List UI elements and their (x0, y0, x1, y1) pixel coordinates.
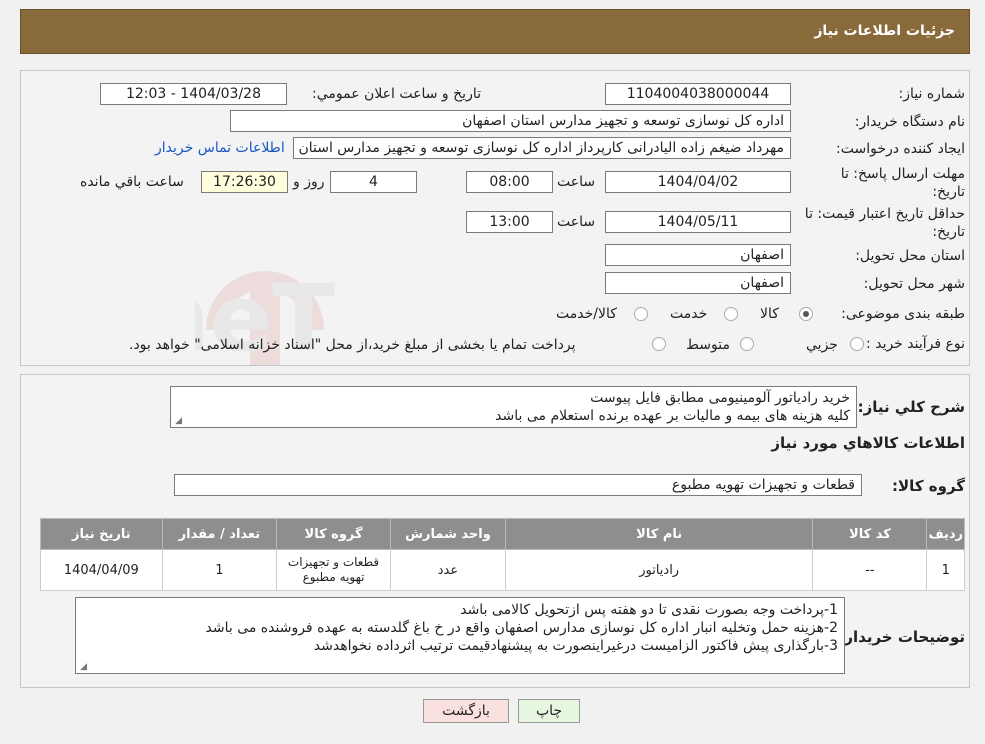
cell-name: رادیاتور (504, 549, 814, 591)
summary-textarea[interactable]: خرید رادیاتور آلومینیومی مطابق فایل پیوس… (170, 386, 857, 428)
print-button[interactable]: چاپ (518, 699, 580, 723)
cell-qty: 1 (161, 549, 278, 591)
need-number-field[interactable]: 1104004038000044 (605, 83, 791, 105)
category-radio-goods[interactable] (799, 307, 813, 321)
validity-label-2: تاریخ: (932, 224, 965, 240)
col-group: گروه کالا (276, 518, 391, 550)
table-row[interactable]: 1 -- رادیاتور عدد قطعات و تجهیزات تهویه … (40, 549, 965, 591)
cell-unit: عدد (389, 549, 506, 591)
buyer-notes-label: توضیحات خریدار: (838, 628, 965, 646)
process-option-medium: متوسط (686, 337, 730, 353)
validity-time-label: ساعت (557, 214, 596, 230)
remaining-label: ساعت باقي مانده (80, 174, 184, 190)
validity-label-1: حداقل تاریخ اعتبار قیمت: تا (804, 206, 965, 222)
process-radio-medium[interactable] (740, 337, 754, 351)
creator-field[interactable]: مهرداد ضیغم زاده الیادرانی کارپرداز ادار… (293, 137, 791, 159)
summary-label: شرح کلي نياز: (857, 398, 965, 416)
watermark-text: AriaTender.neT (195, 265, 335, 372)
deadline-time-label: ساعت (557, 174, 596, 190)
process-note: پرداخت تمام یا بخشی از مبلغ خرید،از محل … (129, 337, 576, 353)
announce-label: تاريخ و ساعت اعلان عمومي: (312, 86, 481, 102)
announce-field[interactable]: 1404/03/28 - 12:03 (100, 83, 287, 105)
validity-date-field[interactable]: 1404/05/11 (605, 211, 791, 233)
days-label: روز و (293, 174, 325, 190)
city-field[interactable]: اصفهان (605, 272, 791, 294)
cell-row: 1 (926, 549, 965, 591)
goods-group-field[interactable]: قطعات و تجهیزات تهویه مطبوع (174, 474, 862, 496)
province-field[interactable]: اصفهان (605, 244, 791, 266)
goods-table-header: ردیف کد کالا نام کالا واحد شمارش گروه کا… (40, 518, 965, 550)
buyer-org-label: نام دستگاه خریدار: (854, 114, 965, 130)
need-number-label: شماره نیاز: (898, 86, 966, 102)
deadline-time-field[interactable]: 08:00 (466, 171, 553, 193)
category-option-goods: کالا (760, 306, 779, 322)
col-code: کد کالا (812, 518, 928, 550)
deadline-date-field[interactable]: 1404/04/02 (605, 171, 791, 193)
buyer-contact-link[interactable]: اطلاعات تماس خریدار (155, 140, 285, 156)
col-qty: تعداد / مقدار (161, 518, 278, 550)
buyer-note-line-3: 3-بارگذاری پیش فاکتور الزامیست درغیراینص… (313, 638, 838, 654)
category-option-service: خدمت (670, 306, 708, 322)
buyer-org-field[interactable]: اداره کل نوسازی توسعه و تجهیز مدارس استا… (230, 110, 791, 132)
summary-line-1: خرید رادیاتور آلومینیومی مطابق فایل پیوس… (590, 390, 850, 406)
col-unit: واحد شمارش (389, 518, 506, 550)
col-name: نام کالا (504, 518, 814, 550)
buyer-note-line-2: 2-هزینه حمل وتخلیه انبار اداره کل نوسازی… (205, 620, 839, 636)
goods-section-title: اطلاعات کالاهاي مورد نياز (771, 434, 965, 452)
buyer-note-line-1: 1-پرداخت وجه بصورت نقدی تا دو هفته پس از… (460, 602, 838, 618)
process-radio-minor[interactable] (850, 337, 864, 351)
category-label: طبقه بندی موضوعی: (841, 306, 965, 322)
category-radio-service[interactable] (724, 307, 738, 321)
province-label: استان محل تحویل: (855, 248, 965, 264)
cell-group: قطعات و تجهیزات تهویه مطبوع (276, 549, 391, 591)
deadline-label-1: مهلت ارسال پاسخ: تا (840, 166, 965, 182)
col-row: ردیف (926, 518, 965, 550)
remaining-time-field: 17:26:30 (201, 171, 288, 193)
process-checkbox-treasury[interactable] (652, 337, 666, 351)
summary-line-2: کلیه هزینه های بیمه و مالیات بر عهده برن… (495, 408, 850, 424)
goods-group-label: گروه کالا: (892, 477, 965, 495)
category-radio-both[interactable] (634, 307, 648, 321)
days-field[interactable]: 4 (330, 171, 417, 193)
col-date: تاریخ نیاز (40, 518, 163, 550)
process-label: نوع فرآیند خرید : (866, 336, 965, 352)
goods-table: ردیف کد کالا نام کالا واحد شمارش گروه کا… (40, 518, 965, 591)
cell-code: -- (812, 549, 928, 591)
page-title: جزئیات اطلاعات نیاز (814, 23, 955, 39)
resize-grip-icon[interactable]: ◢ (174, 417, 182, 426)
back-button[interactable]: بازگشت (423, 699, 509, 723)
cell-date: 1404/04/09 (40, 549, 163, 591)
city-label: شهر محل تحویل: (863, 276, 965, 292)
buyer-notes-textarea[interactable]: 1-پرداخت وجه بصورت نقدی تا دو هفته پس از… (75, 597, 845, 674)
page-header: جزئیات اطلاعات نیاز (20, 9, 970, 54)
validity-time-field[interactable]: 13:00 (466, 211, 553, 233)
creator-label: ایجاد کننده درخواست: (836, 141, 965, 157)
deadline-label-2: تاریخ: (932, 184, 965, 200)
resize-grip-icon[interactable]: ◢ (79, 663, 87, 672)
category-option-both: کالا/خدمت (556, 306, 617, 322)
process-option-minor: جزیي (806, 337, 838, 353)
